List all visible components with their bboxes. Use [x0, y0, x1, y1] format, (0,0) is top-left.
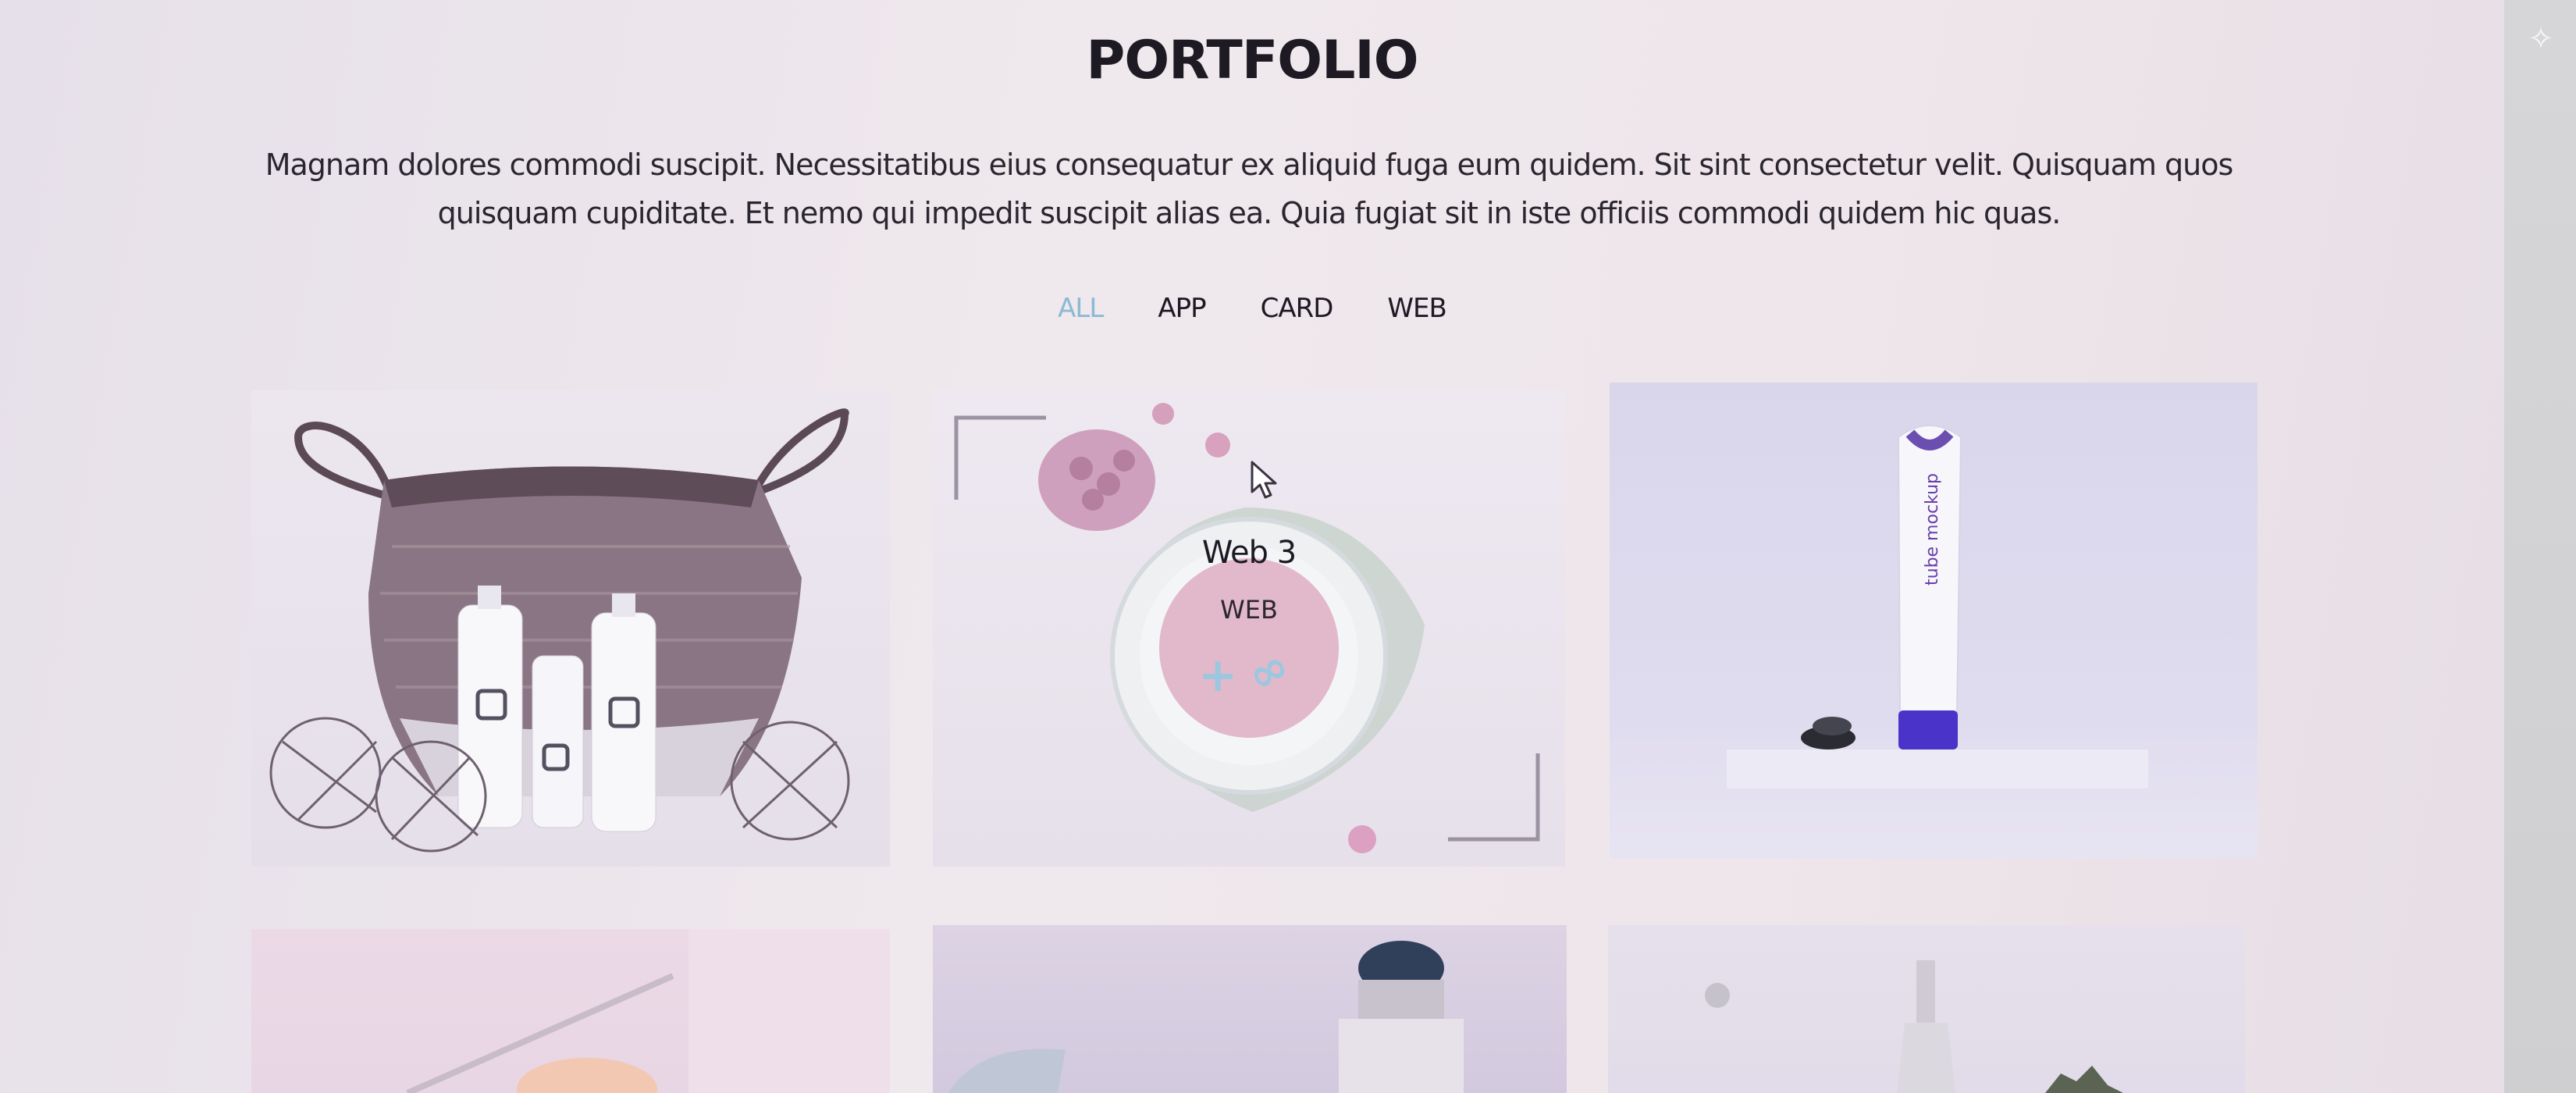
page-title: PORTFOLIO: [1086, 30, 1418, 91]
basket-product-photo: [269, 408, 850, 853]
filter-web[interactable]: WEB: [1387, 293, 1446, 324]
filter-app[interactable]: APP: [1158, 293, 1206, 324]
monitor-bezel: ✧: [2504, 0, 2576, 1093]
website-screen: PORTFOLIO Magnam dolores commodi suscipi…: [0, 0, 2504, 1093]
filter-card[interactable]: CARD: [1261, 293, 1334, 324]
mouse-cursor-icon: [1251, 461, 1277, 499]
portfolio-item-perfume[interactable]: [933, 925, 1567, 1093]
portfolio-item-cosmetic[interactable]: [1608, 925, 2245, 1093]
plus-icon[interactable]: +: [1198, 648, 1237, 703]
tube-mockup-photo: tube mockup: [1727, 425, 2148, 789]
portfolio-item-category: WEB: [1220, 595, 1278, 625]
portfolio-item-basket[interactable]: [251, 390, 890, 867]
glare-icon: ✧: [2528, 21, 2554, 57]
pink-desk-photo: [406, 929, 890, 1093]
portfolio-item-desk[interactable]: [251, 929, 890, 1093]
perfume-bottle-photo: [948, 941, 1464, 1093]
filter-all[interactable]: ALL: [1058, 293, 1104, 324]
portfolio-item-title: Web 3: [1201, 535, 1297, 571]
cosmetic-bottle-photo: [1705, 960, 2123, 1093]
section-description: Magnam dolores commodi suscipit. Necessi…: [265, 148, 2234, 230]
portfolio-filters: ALL APP CARD WEB: [0, 293, 2504, 324]
portfolio-item-tube-mockup[interactable]: tube mockup: [1610, 383, 2258, 859]
tube-label: tube mockup: [1923, 473, 1942, 586]
